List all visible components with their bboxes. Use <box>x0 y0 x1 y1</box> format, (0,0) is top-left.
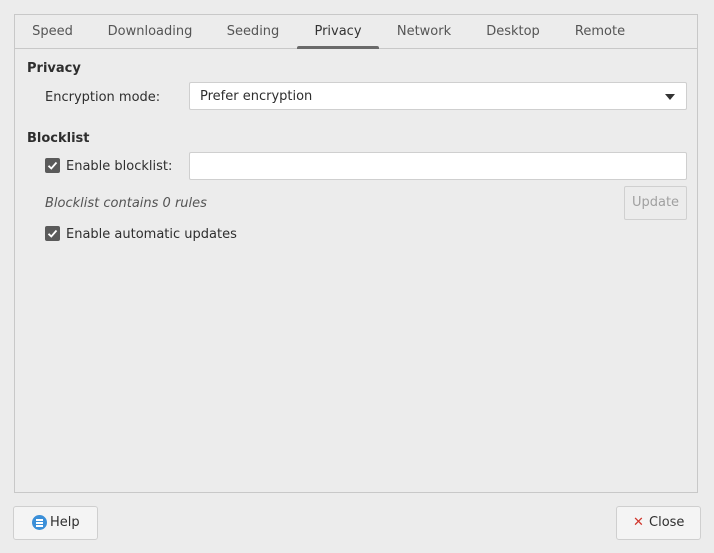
blocklist-section-title: Blocklist <box>27 131 90 146</box>
help-label: Help <box>50 515 80 530</box>
checkmark-icon <box>47 229 58 238</box>
encryption-mode-label: Encryption mode: <box>45 90 161 105</box>
update-blocklist-button[interactable]: Update <box>624 186 687 220</box>
encryption-mode-value: Prefer encryption <box>200 89 313 104</box>
chevron-down-icon <box>665 94 675 100</box>
checkmark-icon <box>47 161 58 170</box>
tab-remote[interactable]: Remote <box>565 15 635 48</box>
close-label: Close <box>649 515 685 530</box>
blocklist-url-input[interactable] <box>189 152 687 180</box>
encryption-mode-select[interactable]: Prefer encryption <box>189 82 687 110</box>
enable-automatic-updates-label: Enable automatic updates <box>66 227 237 242</box>
enable-automatic-updates-checkbox[interactable] <box>45 226 60 241</box>
tab-network[interactable]: Network <box>389 15 459 48</box>
close-icon: ✕ <box>633 515 644 530</box>
help-icon <box>32 515 47 530</box>
blocklist-status-text: Blocklist contains 0 rules <box>45 196 207 211</box>
tab-privacy[interactable]: Privacy <box>297 15 379 49</box>
tab-bar: Speed Downloading Seeding Privacy Networ… <box>15 15 697 49</box>
enable-blocklist-checkbox[interactable] <box>45 158 60 173</box>
close-button[interactable]: ✕ Close <box>616 506 701 540</box>
tab-desktop[interactable]: Desktop <box>478 15 548 48</box>
tab-seeding[interactable]: Seeding <box>218 15 288 48</box>
preferences-notebook: Speed Downloading Seeding Privacy Networ… <box>14 14 698 493</box>
tab-speed[interactable]: Speed <box>24 15 81 48</box>
help-button[interactable]: Help <box>13 506 98 540</box>
enable-blocklist-label: Enable blocklist: <box>66 159 173 174</box>
privacy-section-title: Privacy <box>27 61 81 76</box>
tab-downloading[interactable]: Downloading <box>100 15 200 48</box>
